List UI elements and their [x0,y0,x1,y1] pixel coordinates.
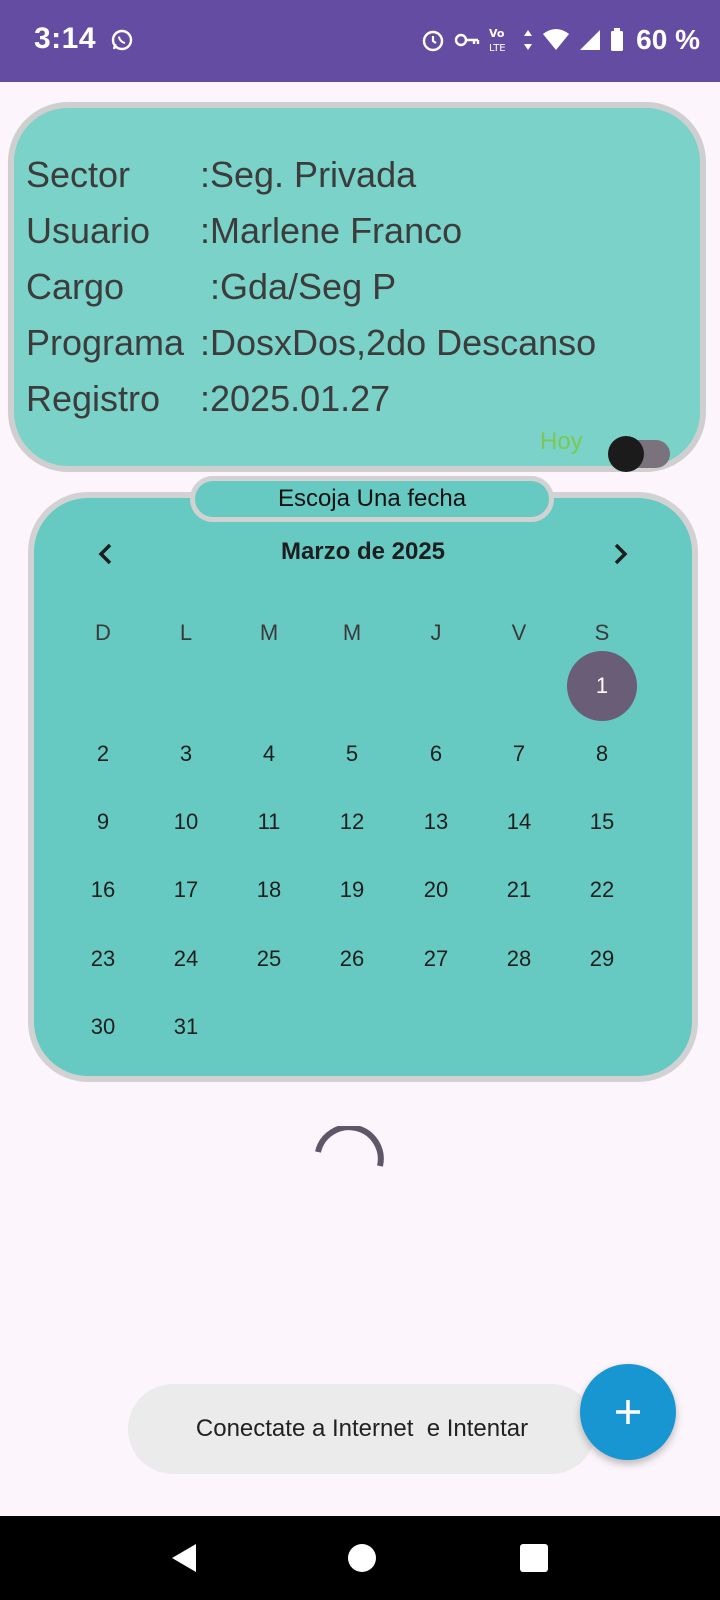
choose-date-pill: Escoja Una fecha [190,476,554,522]
recent-apps-icon[interactable] [520,1544,548,1572]
calendar-day[interactable]: 18 [234,855,304,925]
data-arrows-icon [522,28,534,52]
calendar-day[interactable]: 11 [234,787,304,857]
status-bar: 3:14 Vo LTE 60 % [0,0,720,82]
info-row-cargo: Cargo :Gda/Seg P [26,266,396,308]
calendar-day[interactable]: 21 [484,855,554,925]
toggle-knob [608,436,644,472]
calendar-day[interactable]: 27 [401,924,471,994]
chevron-right-icon [614,543,628,565]
battery-percent: 60 % [636,24,700,55]
calendar-day[interactable]: 8 [567,719,637,789]
weekday-label: V [511,620,527,645]
status-time: 3:14 [34,22,97,55]
calendar-day[interactable]: 2 [68,719,138,789]
weekday-label: D [95,620,111,645]
info-label: Programa [26,322,185,363]
info-value: :Marlene Franco [200,210,463,251]
info-value: :Seg. Privada [200,154,417,195]
calendar-day[interactable]: 12 [317,787,387,857]
calendar-day[interactable]: 9 [68,787,138,857]
calendar-day[interactable]: 28 [484,924,554,994]
vpn-key-icon [454,30,480,50]
calendar-day[interactable]: 4 [234,719,304,789]
info-value: :Gda/Seg P [210,266,397,307]
weekday-label: L [179,620,193,645]
svg-text:LTE: LTE [489,43,506,54]
calendar-day[interactable]: 15 [567,787,637,857]
calendar-day[interactable]: 20 [401,855,471,925]
battery-icon [610,28,624,52]
calendar-day[interactable]: 26 [317,924,387,994]
info-label: Usuario [26,210,151,251]
calendar-day[interactable]: 5 [317,719,387,789]
choose-date-label: Escoja Una fecha [277,485,467,512]
weekday-label: M [259,620,279,645]
calendar-day[interactable]: 30 [68,992,138,1062]
signal-icon [578,28,602,52]
info-row-programa: Programa :DosxDos,2do Descanso [26,322,596,364]
calendar-day[interactable]: 22 [567,855,637,925]
next-month-button[interactable] [604,538,636,570]
add-button[interactable] [580,1364,676,1460]
info-value: :DosxDos,2do Descanso [200,322,597,363]
info-label: Sector [26,154,131,195]
snackbar-message: Conectate a Internet e Intentar [195,1415,529,1442]
calendar-day[interactable]: 25 [234,924,304,994]
info-row-registro: Registro :2025.01.27 [26,378,390,420]
calendar-day[interactable]: 24 [151,924,221,994]
info-row-usuario: Usuario :Marlene Franco [26,210,462,252]
weekday-label: M [342,620,362,645]
weekday-label: S [594,620,610,645]
hoy-toggle-switch[interactable] [608,436,670,472]
calendar-day[interactable]: 7 [484,719,554,789]
status-icons: Vo LTE 60 % [420,20,700,60]
info-row-sector: Sector :Seg. Privada [26,154,416,196]
calendar-day[interactable]: 31 [151,992,221,1062]
info-label: Registro [26,378,161,419]
home-icon[interactable] [348,1544,376,1572]
loading-spinner [314,1124,384,1196]
info-value: :2025.01.27 [200,378,391,419]
whatsapp-icon [110,28,134,52]
wifi-icon [542,28,570,52]
alarm-icon [420,27,446,53]
toggle-label-hoy: Hoy [540,428,583,455]
calendar-day-selected[interactable]: 1 [567,651,637,721]
back-icon[interactable] [170,1542,198,1579]
calendar-day[interactable]: 17 [151,855,221,925]
calendar-day[interactable]: 19 [317,855,387,925]
info-label: Cargo [26,266,125,307]
calendar-day[interactable]: 13 [401,787,471,857]
calendar-day[interactable]: 3 [151,719,221,789]
plus-icon [616,1400,640,1424]
calendar-day[interactable]: 6 [401,719,471,789]
calendar-day[interactable]: 14 [484,787,554,857]
weekday-label: J [430,620,442,645]
svg-text:Vo: Vo [489,27,505,40]
calendar-day[interactable]: 10 [151,787,221,857]
calendar-day[interactable]: 16 [68,855,138,925]
calendar-day[interactable]: 23 [68,924,138,994]
volte-lte-icon: Vo LTE [488,25,514,55]
system-navigation-bar [0,1516,720,1600]
snackbar: Conectate a Internet e Intentar [128,1384,596,1474]
calendar-day[interactable]: 29 [567,924,637,994]
